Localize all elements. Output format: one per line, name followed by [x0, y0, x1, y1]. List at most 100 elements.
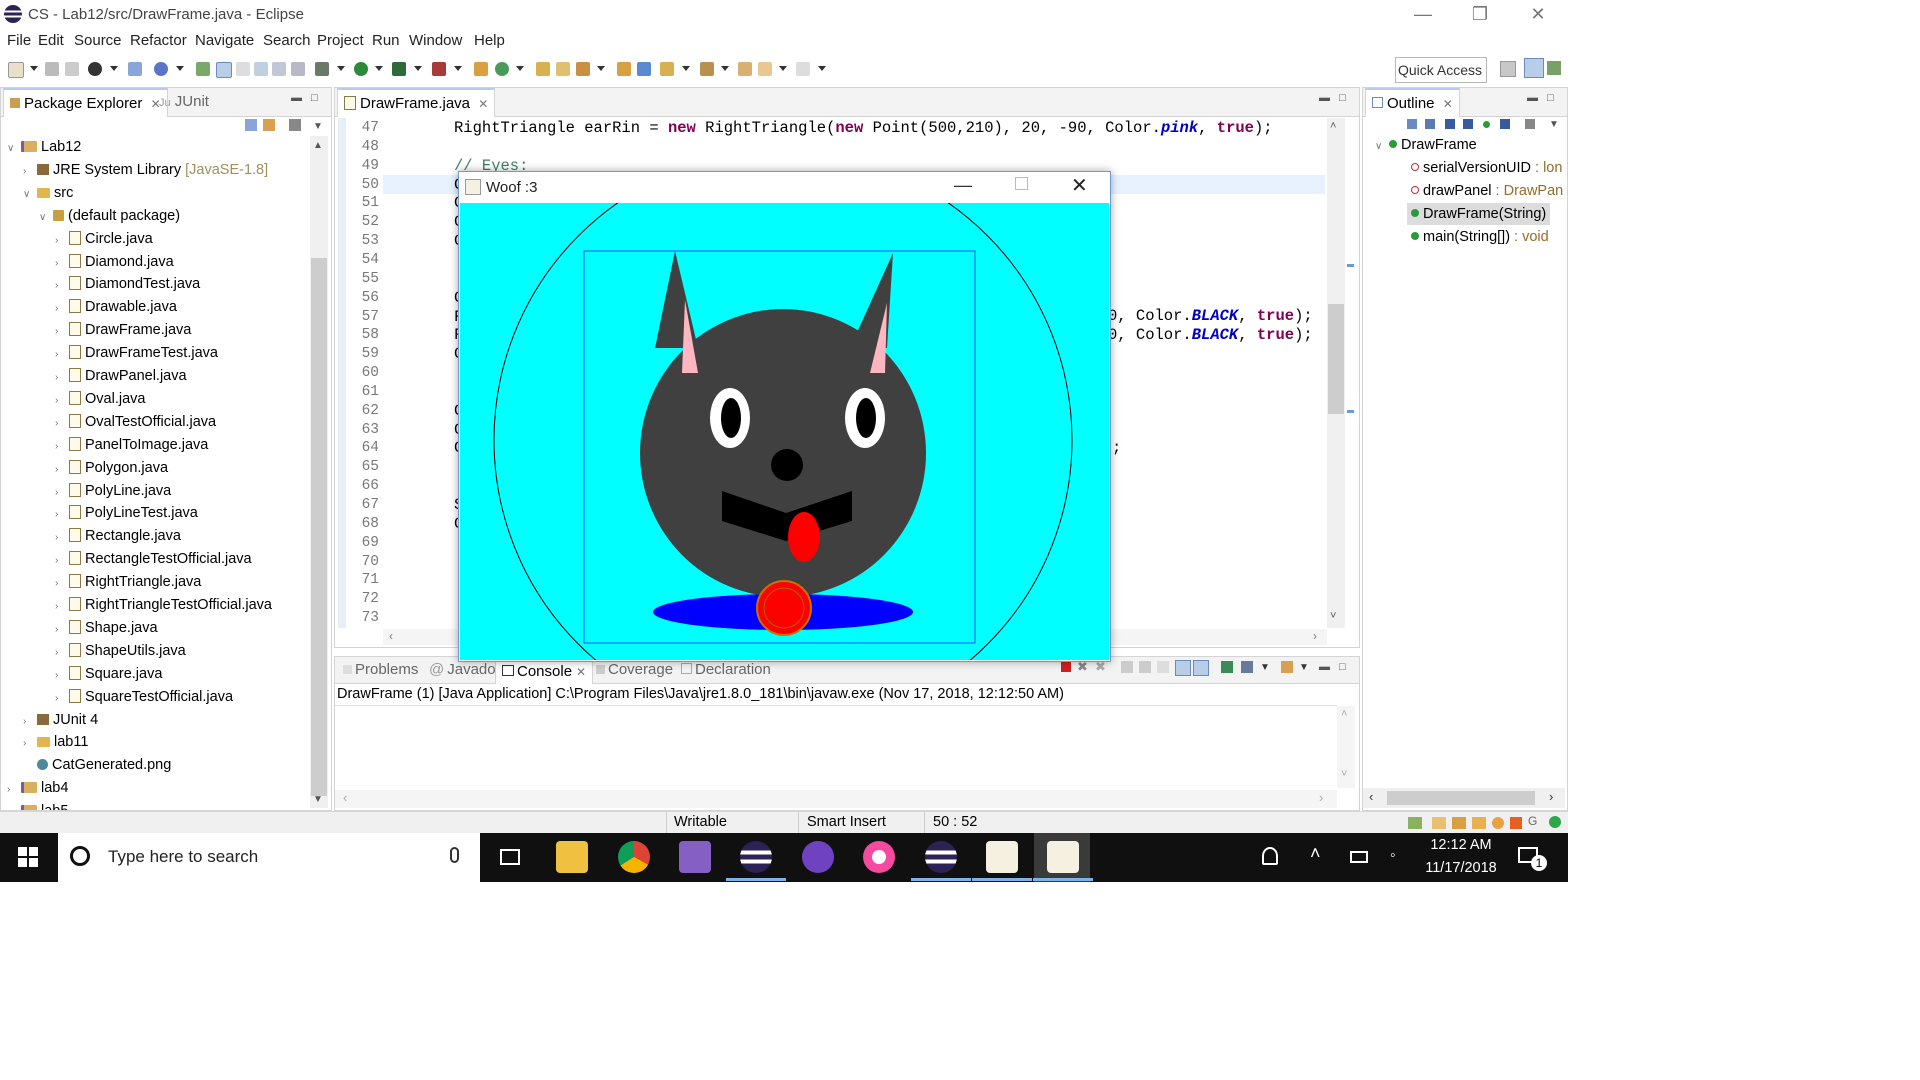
chevron-down-icon[interactable] [721, 66, 729, 71]
chevron-right-icon[interactable]: › [55, 527, 65, 549]
forward-arrow-icon[interactable] [796, 62, 810, 76]
tree-item[interactable]: › Drawable.java [55, 296, 177, 318]
tree-item[interactable]: ∨ Lab12 [7, 136, 81, 158]
close-window-button[interactable]: ✕ [1515, 0, 1561, 30]
minimize-button[interactable]: — [954, 175, 972, 196]
code-line-58-tail[interactable]: 0, Color.BLACK, true); [1108, 326, 1313, 344]
chevron-right-icon[interactable]: › [55, 619, 65, 641]
tree-item[interactable]: › lab5 [7, 800, 68, 810]
tree-item[interactable]: › Oval.java [55, 388, 145, 410]
status-icon[interactable] [1472, 817, 1486, 829]
chevron-down-icon[interactable] [779, 66, 787, 71]
show-source-icon[interactable] [272, 62, 286, 76]
chevron-down-icon[interactable]: ∨ [39, 207, 49, 229]
tree-scrollbar[interactable]: ▲ ▼ [310, 136, 328, 808]
chevron-right-icon[interactable]: › [55, 275, 65, 297]
chevron-down-icon[interactable]: ▼ [1299, 662, 1309, 673]
chevron-right-icon[interactable]: › [55, 436, 65, 458]
chevron-right-icon[interactable]: › [23, 733, 33, 755]
collapse-all-icon[interactable] [245, 119, 257, 131]
chevron-right-icon[interactable]: › [55, 298, 65, 320]
menu-navigate[interactable]: Navigate [195, 32, 254, 49]
overview-marker[interactable] [1347, 264, 1354, 267]
minimize-view-button[interactable]: ▬ [1319, 92, 1330, 104]
tree-item[interactable]: › DiamondTest.java [55, 273, 200, 295]
chevron-right-icon[interactable]: › [1313, 629, 1317, 643]
pin-console-icon[interactable] [1221, 661, 1233, 673]
tab-problems[interactable]: Problems [337, 657, 424, 683]
chevron-down-icon[interactable]: ▼ [313, 794, 323, 805]
show-stdout-icon[interactable] [1175, 660, 1191, 676]
open-perspective-icon[interactable] [1500, 61, 1516, 77]
chevron-right-icon[interactable]: › [7, 802, 17, 810]
tree-item[interactable]: › DrawPanel.java [55, 365, 187, 387]
chevron-right-icon[interactable]: › [1549, 789, 1553, 804]
eclipse-icon[interactable] [911, 841, 971, 881]
debug-perspective-icon[interactable] [1547, 61, 1561, 75]
tree-item[interactable]: ∨ (default package) [39, 205, 180, 227]
tree-item[interactable]: › lab11 [23, 731, 88, 753]
tab-junit[interactable]: Ju JUnit [153, 88, 215, 116]
run-icon[interactable] [354, 62, 368, 76]
tree-item[interactable]: › Rectangle.java [55, 525, 181, 547]
pin-icon[interactable] [700, 62, 714, 76]
open-type-icon[interactable] [536, 62, 550, 76]
chevron-right-icon[interactable]: › [23, 711, 33, 733]
chevron-right-icon[interactable]: › [55, 230, 65, 252]
new-class-icon[interactable] [495, 62, 509, 76]
chevron-left-icon[interactable]: ‹ [1369, 789, 1373, 804]
chevron-right-icon[interactable]: › [55, 665, 65, 687]
chevron-right-icon[interactable]: › [55, 321, 65, 343]
tree-item[interactable]: › Diamond.java [55, 251, 174, 273]
tree-item[interactable]: ∨ src [23, 182, 73, 204]
chevron-right-icon[interactable]: › [55, 642, 65, 664]
status-icon[interactable] [1408, 817, 1422, 829]
close-icon[interactable]: ✕ [1443, 97, 1453, 111]
chevron-down-icon[interactable]: ∨ [23, 184, 33, 206]
save-all-icon[interactable] [65, 62, 79, 76]
clock-date[interactable]: 11/17/2018 [1420, 860, 1502, 876]
coverage-icon[interactable] [154, 62, 168, 76]
chevron-right-icon[interactable]: › [1319, 790, 1323, 805]
status-insert-mode[interactable]: Smart Insert [807, 814, 886, 830]
menu-search[interactable]: Search [263, 32, 311, 49]
chevron-down-icon[interactable] [414, 66, 422, 71]
java-icon[interactable] [972, 841, 1032, 881]
chevron-down-icon[interactable] [454, 66, 462, 71]
tree-item[interactable]: › JRE System Library [JavaSE-1.8] [23, 159, 268, 181]
tree-item[interactable]: › Square.java [55, 663, 162, 685]
clock-time[interactable]: 12:12 AM [1420, 837, 1502, 853]
chevron-right-icon[interactable]: › [55, 413, 65, 435]
hide-local-types-icon[interactable] [1500, 119, 1510, 129]
new-package-icon[interactable] [474, 62, 488, 76]
sort-icon[interactable] [1425, 119, 1435, 129]
tree-item[interactable]: › Shape.java [55, 617, 158, 639]
chevron-down-icon[interactable] [110, 66, 118, 71]
chevron-left-icon[interactable]: ‹ [343, 790, 347, 805]
battery-icon[interactable] [1350, 851, 1368, 863]
open-console-icon[interactable] [1281, 661, 1293, 673]
chevron-down-icon[interactable]: ∨ [7, 138, 17, 160]
chevron-down-icon[interactable]: ∨ [1375, 136, 1385, 158]
menu-help[interactable]: Help [474, 32, 505, 49]
chevron-right-icon[interactable]: › [55, 550, 65, 572]
chevron-down-icon[interactable] [176, 66, 184, 71]
hide-nonpublic-icon[interactable] [1483, 121, 1490, 128]
java-perspective-icon[interactable] [1524, 58, 1544, 78]
outline-item-main[interactable]: main(String[]) : void [1411, 226, 1549, 248]
menu-run[interactable]: Run [372, 32, 400, 49]
chevron-down-icon[interactable] [818, 66, 826, 71]
maximize-button[interactable] [1015, 177, 1028, 190]
minimize-button[interactable]: — [1400, 0, 1446, 30]
tree-item[interactable]: › PanelToImage.java [55, 434, 208, 456]
prev-annotation-icon[interactable] [637, 62, 651, 76]
visual-studio-icon[interactable] [679, 841, 711, 873]
show-stderr-icon[interactable] [1193, 660, 1209, 676]
chevron-down-icon[interactable]: ▼ [313, 121, 323, 132]
status-icon[interactable] [1452, 817, 1466, 829]
minimize-view-button[interactable]: ▬ [291, 92, 302, 104]
status-icon[interactable] [1510, 817, 1522, 829]
whitespace-icon[interactable] [236, 62, 250, 76]
highlight-icon[interactable] [216, 62, 232, 78]
restore-button[interactable]: ❐ [1457, 0, 1503, 30]
